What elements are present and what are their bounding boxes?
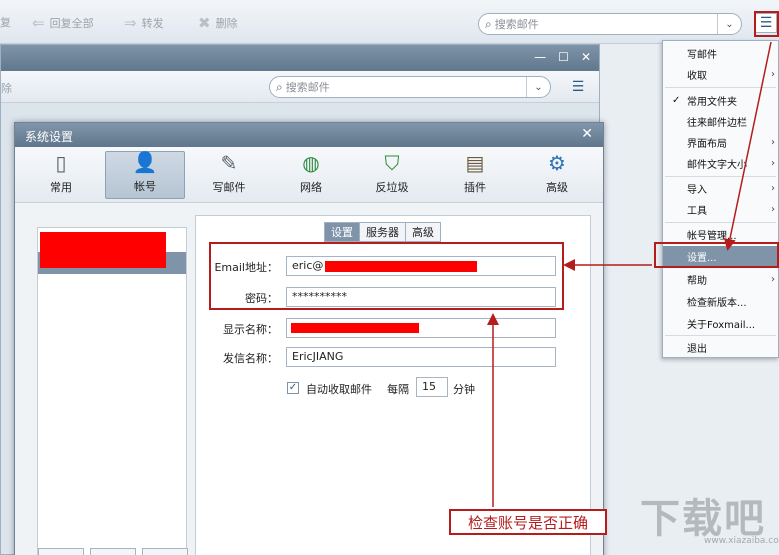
annotation-note: 检查账号是否正确	[449, 509, 607, 535]
annotation-note-text: 检查账号是否正确	[467, 513, 588, 532]
watermark-url: www.xiazaiba.com	[704, 536, 779, 546]
annotation-arrows	[487, 41, 772, 507]
